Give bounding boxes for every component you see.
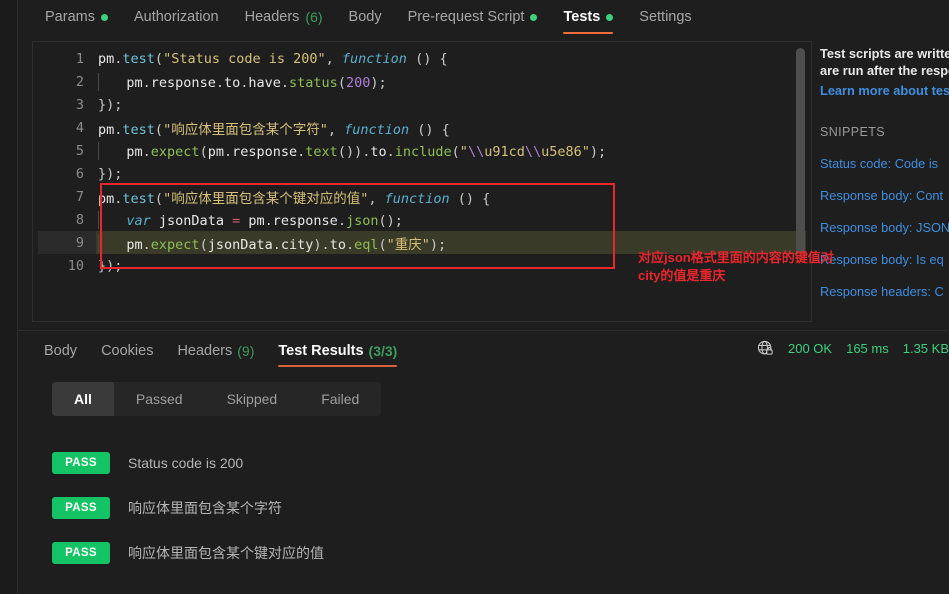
code-text[interactable]: var jsonData = pm.response.json(); xyxy=(96,208,806,231)
line-number: 9 xyxy=(38,231,96,254)
code-text[interactable]: }); xyxy=(96,93,806,116)
snippet-response-headers[interactable]: Response headers: C xyxy=(820,284,949,299)
section-divider xyxy=(18,330,949,331)
code-line-5[interactable]: 5 pm.expect(pm.response.text()).to.inclu… xyxy=(38,139,806,162)
tab-pre-request-script-dot xyxy=(530,13,538,21)
tab-headers-count: (6) xyxy=(305,9,323,25)
line-number: 3 xyxy=(75,96,84,113)
tab-body-label: Body xyxy=(348,9,382,25)
line-number: 8 xyxy=(75,211,84,228)
filter-skipped[interactable]: Skipped xyxy=(205,382,300,416)
response-tab-test-results-label: Test Results xyxy=(278,342,364,359)
response-tab-active-underline xyxy=(278,364,398,367)
test-name: Status code is 200 xyxy=(128,454,244,471)
snippet-status-code[interactable]: Status code: Code is xyxy=(820,156,949,171)
response-tab-cookies-label: Cookies xyxy=(101,342,154,359)
code-text[interactable]: pm.test("Status code is 200", function (… xyxy=(96,47,806,70)
snippets-intro-line2: are run after the respo xyxy=(820,63,949,78)
tab-tests-label: Tests xyxy=(563,9,601,25)
response-tab-cookies[interactable]: Cookies xyxy=(89,334,165,367)
tab-headers[interactable]: Headers (6) xyxy=(232,0,336,34)
snippet-response-body-json[interactable]: Response body: JSON xyxy=(820,220,949,235)
code-text[interactable]: pm.test("响应体里面包含某个键对应的值", function () { xyxy=(96,185,806,208)
tab-pre-request-script-label: Pre-request Script xyxy=(407,9,525,25)
tab-tests-active-underline xyxy=(563,31,614,34)
main-panel: Params Authorization Headers (6) Body Pr… xyxy=(18,0,949,594)
status-badge: PASS xyxy=(52,541,110,564)
tab-tests[interactable]: Tests xyxy=(550,0,626,34)
tab-headers-label: Headers xyxy=(244,9,300,25)
tab-authorization-label: Authorization xyxy=(133,9,219,25)
snippet-response-body-contains[interactable]: Response body: Cont xyxy=(820,188,949,203)
response-time: 165 ms xyxy=(846,341,889,356)
code-text[interactable]: pm.expect(pm.response.text()).to.include… xyxy=(96,139,806,162)
tab-params-label: Params xyxy=(45,9,95,25)
code-lines: 1 pm.test("Status code is 200", function… xyxy=(38,47,806,277)
filter-all[interactable]: All xyxy=(52,382,114,416)
line-number: 4 xyxy=(75,119,84,136)
snippets-heading: SNIPPETS xyxy=(820,125,886,139)
response-tab-headers[interactable]: Headers (9) xyxy=(165,334,266,367)
tab-pre-request-script[interactable]: Pre-request Script xyxy=(395,0,551,34)
line-number: 1 xyxy=(75,50,84,67)
tab-tests-dot xyxy=(606,13,614,21)
editor-scrollbar-thumb[interactable] xyxy=(796,48,805,253)
table-row: PASS 响应体里面包含某个键对应的值 xyxy=(52,530,652,575)
line-number: 2 xyxy=(75,73,84,90)
tab-authorization[interactable]: Authorization xyxy=(121,0,232,34)
test-results-list: PASS Status code is 200 PASS 响应体里面包含某个字符… xyxy=(52,440,652,575)
response-status: 200 OK xyxy=(788,341,833,356)
test-name: 响应体里面包含某个键对应的值 xyxy=(128,544,324,561)
response-meta: 200 OK 165 ms 1.35 KB xyxy=(757,340,949,357)
test-result-filters: All Passed Skipped Failed xyxy=(52,382,382,416)
response-tab-test-results-count: (3/3) xyxy=(368,342,398,359)
line-number: 7 xyxy=(75,188,84,205)
table-row: PASS 响应体里面包含某个字符 xyxy=(52,485,652,530)
left-rail xyxy=(0,0,18,594)
snippets-intro-line1: Test scripts are writte xyxy=(820,46,949,61)
response-size: 1.35 KB xyxy=(902,341,949,356)
response-tab-body-label: Body xyxy=(44,342,78,359)
test-name: 响应体里面包含某个字符 xyxy=(128,499,282,516)
response-tab-headers-count: (9) xyxy=(237,342,255,359)
tab-body[interactable]: Body xyxy=(336,0,395,34)
tab-params-dot xyxy=(100,13,108,21)
code-line-3[interactable]: 3 }); xyxy=(38,93,806,116)
response-tab-headers-label: Headers xyxy=(177,342,233,359)
table-row: PASS Status code is 200 xyxy=(52,440,652,485)
status-badge: PASS xyxy=(52,496,110,519)
tab-settings-label: Settings xyxy=(639,9,692,25)
filter-passed[interactable]: Passed xyxy=(114,382,205,416)
code-line-7[interactable]: 7 pm.test("响应体里面包含某个键对应的值", function () … xyxy=(38,185,806,208)
code-line-2[interactable]: 2 pm.response.to.have.status(200); xyxy=(38,70,806,93)
line-number: 10 xyxy=(67,257,84,274)
annotation-line-1: 对应json格式里面的内容的键值对 xyxy=(638,250,834,265)
code-line-8[interactable]: 8 var jsonData = pm.response.json(); xyxy=(38,208,806,231)
response-tab-body[interactable]: Body xyxy=(32,334,89,367)
filter-failed[interactable]: Failed xyxy=(299,382,381,416)
code-line-4[interactable]: 4 pm.test("响应体里面包含某个字符", function () { xyxy=(38,116,806,139)
line-number: 5 xyxy=(75,142,84,159)
globe-lock-icon[interactable] xyxy=(757,340,774,357)
code-line-6[interactable]: 6 }); xyxy=(38,162,806,185)
annotation-text: 对应json格式里面的内容的键值对 city的值是重庆 xyxy=(638,249,878,285)
code-text[interactable]: pm.response.to.have.status(200); xyxy=(96,70,806,93)
tab-params[interactable]: Params xyxy=(32,0,121,34)
tab-settings[interactable]: Settings xyxy=(626,0,704,34)
annotation-line-2: city的值是重庆 xyxy=(638,268,726,283)
code-text[interactable]: }); xyxy=(96,162,806,185)
code-line-1[interactable]: 1 pm.test("Status code is 200", function… xyxy=(38,47,806,70)
line-number: 6 xyxy=(75,165,84,182)
request-tab-bar: Params Authorization Headers (6) Body Pr… xyxy=(18,0,949,34)
response-tab-test-results[interactable]: Test Results (3/3) xyxy=(266,334,409,367)
learn-more-link[interactable]: Learn more about tes xyxy=(820,82,949,99)
status-badge: PASS xyxy=(52,451,110,474)
code-text[interactable]: pm.test("响应体里面包含某个字符", function () { xyxy=(96,116,806,139)
